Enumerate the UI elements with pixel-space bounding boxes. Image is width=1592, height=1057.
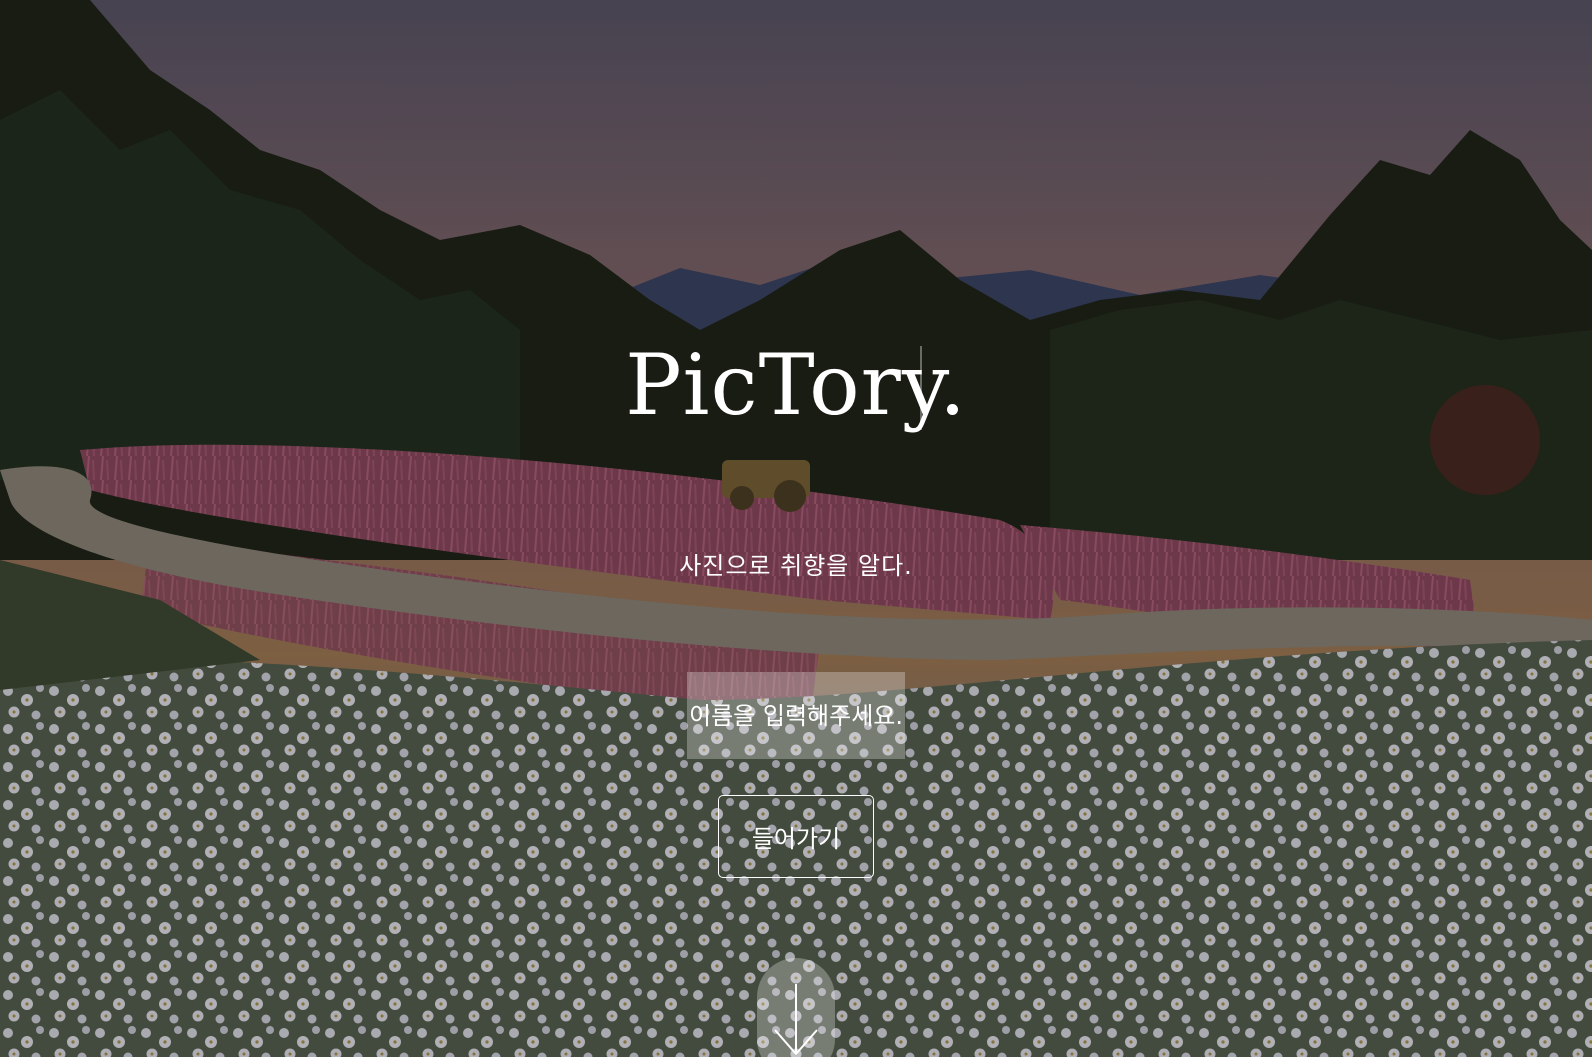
name-input[interactable] <box>687 672 905 759</box>
dark-overlay <box>0 0 1592 1057</box>
scroll-down-button[interactable] <box>757 958 835 1057</box>
enter-button[interactable]: 들어가기 <box>718 795 874 878</box>
hero-section: PicTory. 사진으로 취향을 알다. 들어가기 <box>0 0 1592 1057</box>
arrow-down-icon <box>774 984 818 1056</box>
typing-caret <box>920 346 922 430</box>
tagline: 사진으로 취향을 알다. <box>679 552 913 580</box>
site-logo: PicTory. <box>625 336 967 434</box>
